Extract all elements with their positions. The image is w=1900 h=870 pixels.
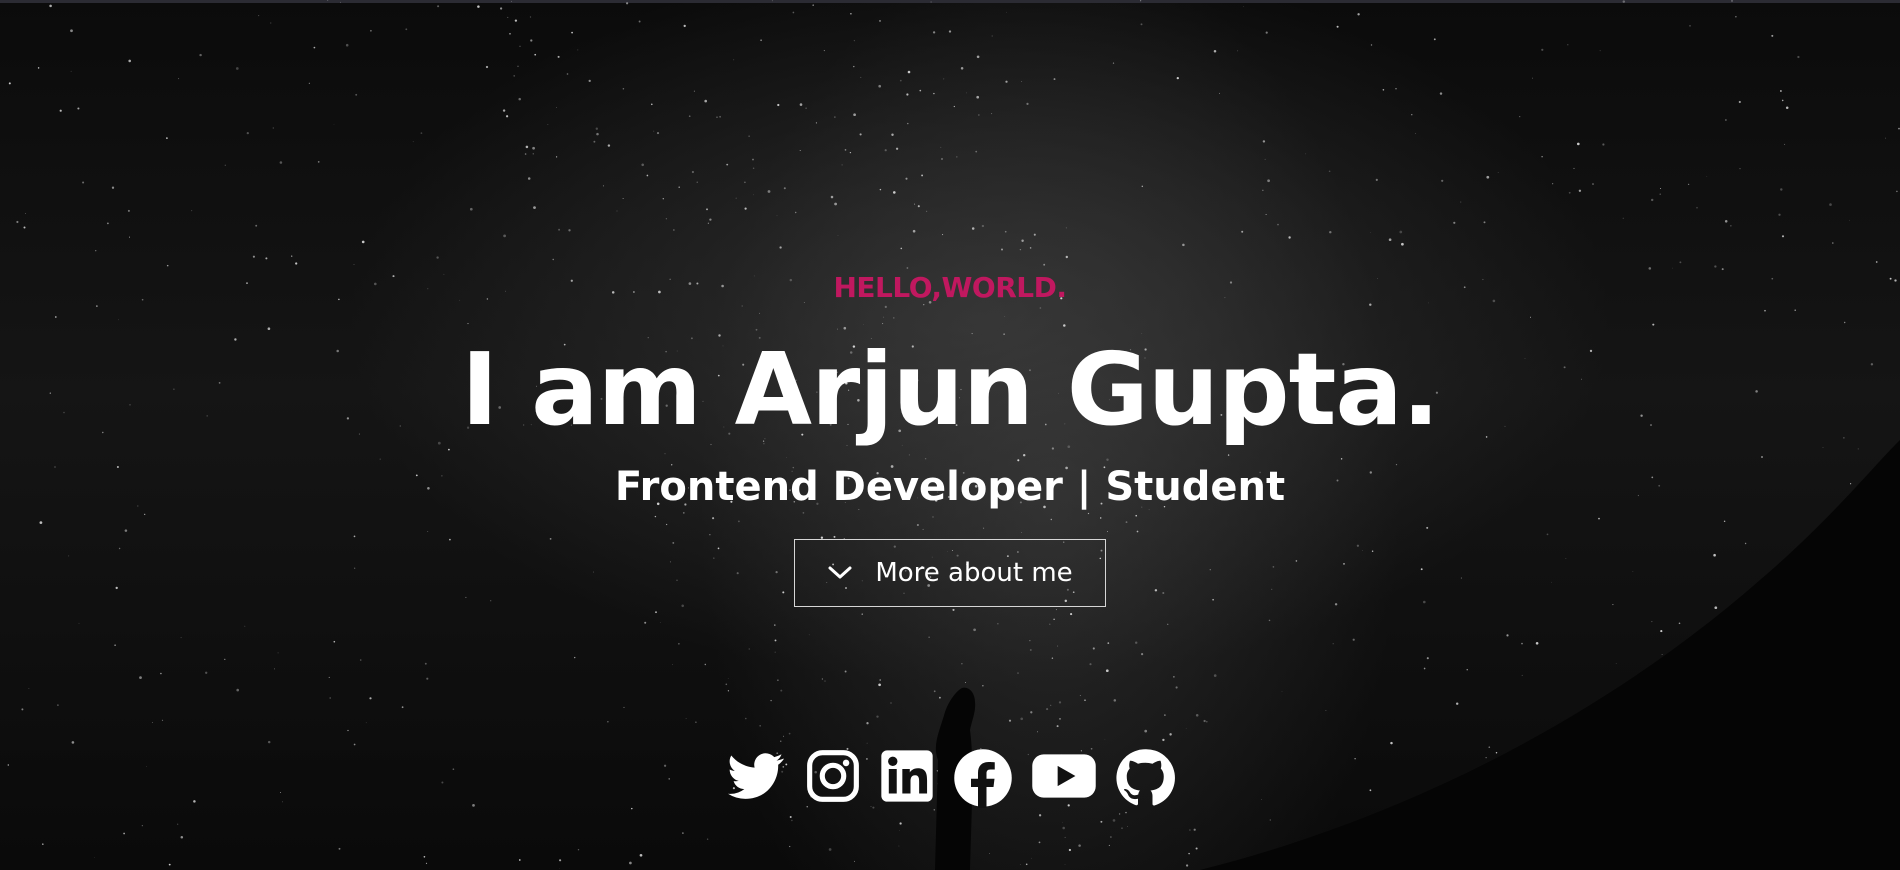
linkedin-link[interactable] <box>879 748 935 808</box>
github-icon <box>1116 749 1175 806</box>
tagline-text: Frontend Developer | Student <box>614 464 1286 510</box>
more-about-me-button[interactable]: More about me <box>794 539 1106 607</box>
hero-section: HELLO,WORLD. I am Arjun Gupta. Frontend … <box>0 0 1900 870</box>
facebook-link[interactable] <box>953 748 1013 808</box>
instagram-link[interactable] <box>805 748 861 808</box>
page-title: I am Arjun Gupta. <box>461 331 1440 448</box>
youtube-link[interactable] <box>1031 748 1097 808</box>
linkedin-icon <box>881 750 933 802</box>
github-link[interactable] <box>1115 748 1175 808</box>
facebook-icon <box>954 749 1012 808</box>
twitter-link[interactable] <box>725 748 787 808</box>
more-about-me-label: More about me <box>875 558 1073 588</box>
chevron-down-icon <box>828 566 852 579</box>
instagram-icon <box>807 750 859 802</box>
greeting-text: HELLO,WORLD. <box>833 271 1067 304</box>
social-links <box>0 748 1900 808</box>
twitter-icon <box>728 753 784 799</box>
youtube-icon <box>1032 754 1096 798</box>
